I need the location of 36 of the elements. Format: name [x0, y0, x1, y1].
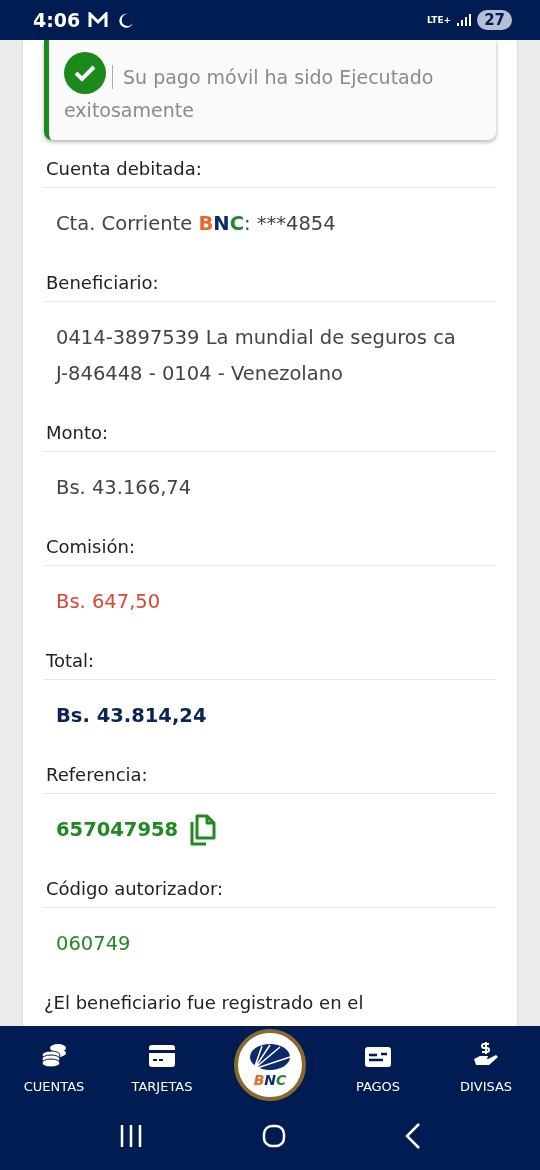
ticket-icon	[365, 1047, 391, 1067]
field-label: Beneficiario:	[44, 272, 496, 302]
field-label: Monto:	[44, 422, 496, 452]
hand-dollar-icon	[472, 1041, 500, 1067]
field-label: Referencia:	[44, 764, 496, 794]
field-value: J-846448 - 0104 - Venezolano	[56, 361, 345, 387]
battery-level: 27	[477, 10, 512, 30]
back-icon[interactable]	[404, 1123, 421, 1149]
field-label: Total:	[44, 650, 496, 680]
field-value: 0414-3897539 La mundial de seguros ca	[56, 325, 457, 351]
bank-logo-drawing	[249, 1042, 291, 1071]
home-icon[interactable]	[262, 1124, 286, 1148]
success-alert: Su pago móvil ha sido Ejecutado exitosamente	[44, 40, 496, 140]
field-label: Código autorizador:	[44, 878, 496, 908]
field-label: Comisión:	[44, 536, 496, 566]
mail-icon	[88, 12, 109, 28]
question-text: ¿El beneficiario fue registrado en el	[44, 992, 365, 1013]
check-icon	[64, 52, 106, 94]
field-value: 657047958	[56, 812, 496, 848]
nav-tab[interactable]: CUENTAS	[0, 1026, 108, 1102]
recent-apps-icon[interactable]	[119, 1124, 144, 1148]
status-time: 4:06	[33, 9, 81, 31]
coins-icon	[41, 1043, 67, 1067]
field-value: Bs. 647,50	[56, 589, 162, 615]
copy-icon[interactable]	[188, 814, 217, 846]
signal-icon	[457, 13, 472, 27]
field-label: Cuenta debitada:	[44, 158, 496, 188]
card-icon	[149, 1045, 175, 1067]
field-value: Cta. Corriente BNC: ***4854	[56, 211, 337, 237]
network-label: LTE+	[427, 15, 452, 25]
nav-tab[interactable]: DIVISAS	[432, 1026, 540, 1102]
nav-tab[interactable]: TARJETAS	[108, 1026, 216, 1102]
field-value: 060749	[56, 931, 132, 957]
nav-tab[interactable]: PAGOS	[324, 1026, 432, 1102]
field-value: Bs. 43.166,74	[56, 475, 193, 501]
field-value: Bs. 43.814,24	[56, 703, 208, 729]
